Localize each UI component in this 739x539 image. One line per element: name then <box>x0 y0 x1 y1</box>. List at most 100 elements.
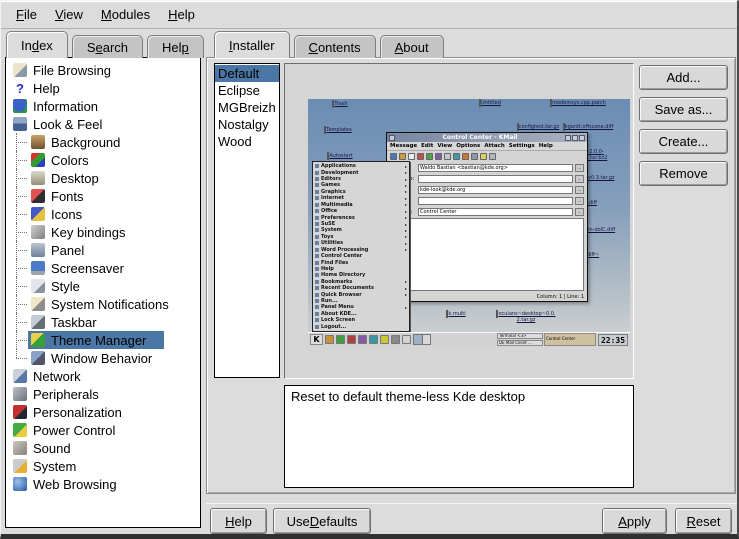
tree-item-label: Help <box>33 81 60 96</box>
add-button[interactable]: Add... <box>639 65 728 90</box>
preview-kmail-title: Control Center - KMail <box>396 134 564 141</box>
tree-item-label: Peripherals <box>33 387 99 402</box>
tree-item-file-browsing[interactable]: File Browsing <box>6 61 200 79</box>
file-manager-icon <box>13 63 27 77</box>
tab-search[interactable]: Search <box>72 35 143 58</box>
k-menu-item-icon <box>315 222 319 226</box>
tree-item-look-and-feel[interactable]: Look & Feel <box>6 115 200 133</box>
submenu-arrow-icon: ▸ <box>405 177 407 182</box>
tree-item-information[interactable]: Information <box>6 97 200 115</box>
kmail-menu-item: View <box>437 143 452 149</box>
tree-item-colors[interactable]: Colors <box>6 151 200 169</box>
kmail-field-browse-button: ... <box>575 186 584 194</box>
tree-item-help[interactable]: ? Help <box>6 79 200 97</box>
gear-icon <box>13 459 27 473</box>
tree-item-power-control[interactable]: Power Control <box>6 421 200 439</box>
tab-contents[interactable]: Contents <box>294 35 376 58</box>
menu-view[interactable]: View <box>46 4 92 25</box>
tab-help[interactable]: Help <box>147 35 204 58</box>
tree-item-label: Look & Feel <box>33 117 102 132</box>
theme-nostalgy[interactable]: Nostalgy <box>215 116 279 133</box>
tree-item-label: Screensaver <box>51 261 124 276</box>
use-defaults-button[interactable]: Use Defaults <box>273 508 371 534</box>
tree-item-window-behavior[interactable]: Window Behavior <box>6 349 200 367</box>
tree-item-system[interactable]: System <box>6 457 200 475</box>
globe-icon <box>13 477 27 491</box>
kmail-field: Cc: ... <box>387 195 587 206</box>
kmail-menu-item: Help <box>539 143 553 149</box>
k-menu-item-icon <box>315 164 319 168</box>
menu-file[interactable]: File <box>7 4 46 25</box>
kmail-field: Subject: Control Center ... <box>387 206 587 217</box>
theme-default[interactable]: Default <box>215 65 279 82</box>
tree-item-panel[interactable]: Panel <box>6 241 200 259</box>
kmail-field-browse-button: ... <box>575 175 584 183</box>
submenu-arrow-icon: ▸ <box>405 189 407 194</box>
menubar: File View Modules Help <box>1 1 737 29</box>
tab-about[interactable]: About <box>380 35 444 58</box>
desktop-file-icon: k.multi <box>426 311 486 317</box>
theme-item-label: Eclipse <box>218 83 260 98</box>
tree-item-personalization[interactable]: Personalization <box>6 403 200 421</box>
gift-box-icon <box>31 333 45 347</box>
tree-item-sound[interactable]: Sound <box>6 439 200 457</box>
tree-item-screensaver[interactable]: Screensaver <box>6 259 200 277</box>
k-menu-item-icon <box>315 305 319 309</box>
reset-button[interactable]: Reset <box>675 508 732 534</box>
tree-item-fonts[interactable]: Fonts <box>6 187 200 205</box>
tree-item-taskbar[interactable]: Taskbar <box>6 313 200 331</box>
tree-item-label: Theme Manager <box>51 333 146 348</box>
tree-item-system-notifications[interactable]: System Notifications <box>6 295 200 313</box>
tree-item-style[interactable]: Style <box>6 277 200 295</box>
tree-item-desktop[interactable]: Desktop <box>6 169 200 187</box>
create-button[interactable]: Create... <box>639 129 728 154</box>
k-menu-item-icon <box>315 312 319 316</box>
desktop-file-icon: kgantt.offscone.diff <box>558 124 618 130</box>
kmail-menu-item: Settings <box>509 143 535 149</box>
menu-help[interactable]: Help <box>159 4 204 25</box>
k-menu-item-icon <box>315 190 319 194</box>
theme-mgbreizh[interactable]: MGBreizh <box>215 99 279 116</box>
theme-wood[interactable]: Wood <box>215 133 279 150</box>
tree-item-web-browsing[interactable]: Web Browsing <box>6 475 200 493</box>
tree-item-key-bindings[interactable]: Key bindings <box>6 223 200 241</box>
save-as-button[interactable]: Save as... <box>639 97 728 122</box>
submenu-arrow-icon: ▸ <box>405 209 407 214</box>
kmail-field-browse-button: ... <box>575 164 584 172</box>
submenu-arrow-icon: ▸ <box>405 305 407 310</box>
tree-item-theme-manager[interactable]: Theme Manager <box>6 331 200 349</box>
submenu-arrow-icon: ▸ <box>405 241 407 246</box>
tree-item-label: Key bindings <box>51 225 125 240</box>
kmail-menu-item: Message <box>390 143 417 149</box>
tree-item-background[interactable]: Background <box>6 133 200 151</box>
k-menu-item-icon <box>315 261 319 265</box>
tree-item-network[interactable]: Network <box>6 367 200 385</box>
k-menu-item-icon <box>315 196 319 200</box>
preview-kmail-fields: From: Waldo Bastian <bastian@kde.org> ..… <box>387 162 587 217</box>
remove-button[interactable]: Remove <box>639 161 728 186</box>
icon-grid-icon <box>31 207 45 221</box>
kmail-field-value <box>418 175 573 183</box>
k-menu-item-icon <box>315 273 319 277</box>
help-button[interactable]: Help <box>210 508 267 534</box>
kmail-field: From: Waldo Bastian <bastian@kde.org> ..… <box>387 162 587 173</box>
menu-modules[interactable]: Modules <box>92 4 159 25</box>
k-menu-item-icon <box>315 171 319 175</box>
theme-eclipse[interactable]: Eclipse <box>215 82 279 99</box>
submenu-arrow-icon: ▸ <box>405 164 407 169</box>
tab-index[interactable]: Index <box>6 31 68 58</box>
apply-button[interactable]: Apply <box>602 508 667 534</box>
letter-icon <box>31 189 45 203</box>
tab-installer[interactable]: Installer <box>214 31 290 58</box>
tree-item-label: Taskbar <box>51 315 97 330</box>
tree-item-label: System <box>33 459 76 474</box>
tree-item-peripherals[interactable]: Peripherals <box>6 385 200 403</box>
k-menu-item-icon <box>315 280 319 284</box>
preview-kmail-window: Control Center - KMail MessageEditViewOp… <box>386 132 588 302</box>
preview-k-menu: Applications ▸ Development ▸ Editors ▸ G… <box>312 161 410 332</box>
windows-icon <box>31 351 45 365</box>
theme-item-label: Wood <box>218 134 252 149</box>
tree-item-icons[interactable]: Icons <box>6 205 200 223</box>
window-menu-button-icon <box>389 135 395 141</box>
k-menu-item: Logout... <box>315 324 407 330</box>
